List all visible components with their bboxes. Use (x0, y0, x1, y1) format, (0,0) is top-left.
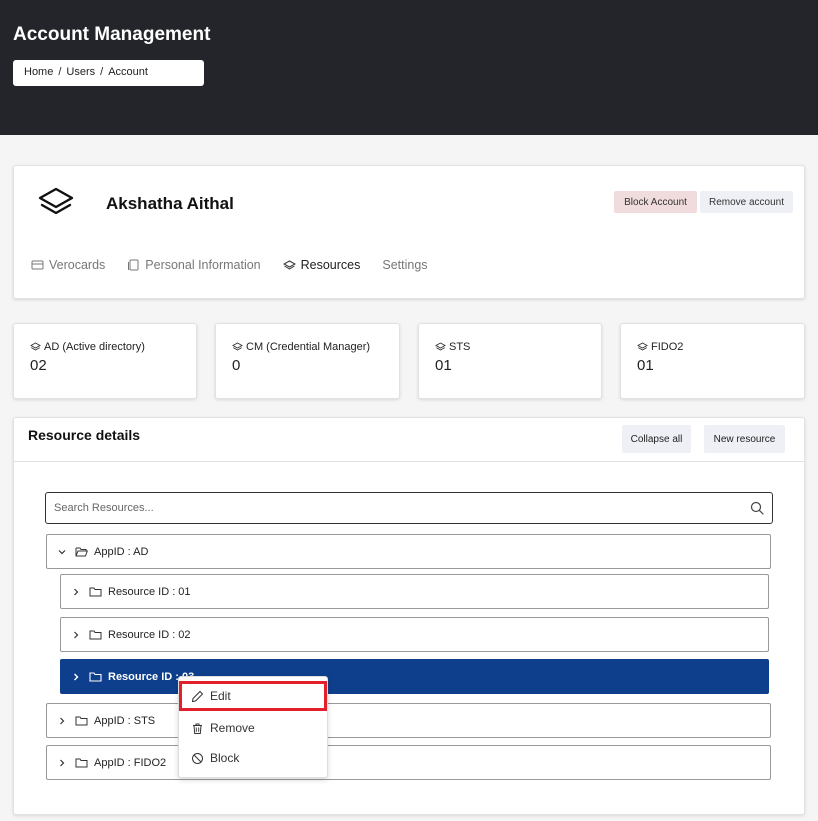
tab-label: Verocards (49, 258, 106, 272)
layers-icon (282, 260, 296, 270)
resource-details-header: Resource details Collapse all New resour… (14, 418, 804, 462)
tab-resources[interactable]: Resources (282, 258, 361, 272)
header-bar: Account Management Home / Users / Accoun… (0, 0, 818, 135)
tab-verocards[interactable]: Verocards (31, 258, 105, 272)
search-icon[interactable] (750, 501, 764, 515)
breadcrumb-separator: / (100, 66, 104, 78)
new-resource-button[interactable]: New resource (704, 425, 785, 453)
stat-value: 01 (637, 357, 654, 374)
stat-label: AD (Active directory) (44, 341, 145, 353)
folder-icon (75, 716, 88, 726)
profile-card: Akshatha Aithal Block Account Remove acc… (13, 165, 805, 299)
breadcrumb-home[interactable]: Home (24, 66, 53, 80)
stat-card-ad: AD (Active directory) 02 (13, 323, 197, 399)
stat-label: CM (Credential Manager) (246, 341, 371, 353)
block-account-button[interactable]: Block Account (614, 191, 697, 213)
stat-value: 02 (30, 357, 47, 374)
remove-account-button[interactable]: Remove account (700, 191, 793, 213)
search-input[interactable] (54, 494, 734, 522)
stat-label: FIDO2 (651, 341, 684, 353)
search-box (45, 492, 773, 524)
stat-card-sts: STS 01 (418, 323, 602, 399)
collapse-all-button[interactable]: Collapse all (622, 425, 691, 453)
chevron-right-icon[interactable] (57, 716, 67, 726)
stat-value: 01 (435, 357, 452, 374)
breadcrumb-account: Account (108, 66, 148, 78)
pencil-icon (191, 690, 204, 702)
breadcrumb-users[interactable]: Users (66, 66, 95, 80)
trash-icon (193, 723, 202, 734)
chevron-right-icon[interactable] (71, 630, 81, 640)
stat-value: 0 (232, 357, 241, 374)
tree-node-label: AppID : FIDO2 (94, 756, 167, 769)
tree-node-resource-03[interactable]: Resource ID : 03 (60, 659, 769, 694)
folder-icon (89, 672, 102, 682)
tree-node-resource-02[interactable]: Resource ID : 02 (60, 617, 769, 652)
folder-icon (89, 630, 102, 640)
tree-node-label: Resource ID : 01 (108, 585, 191, 598)
layers-icon (232, 342, 243, 351)
block-icon (192, 752, 203, 764)
layers-icon (435, 342, 446, 351)
menu-item-label: Block (210, 751, 240, 765)
profile-name: Akshatha Aithal (106, 194, 234, 213)
tree-node-label: Resource ID : 02 (108, 628, 191, 641)
menu-item-remove[interactable]: Remove (179, 713, 327, 743)
context-menu: Edit Remove Block (178, 676, 328, 778)
tab-settings[interactable]: Settings (382, 258, 427, 272)
folder-icon (75, 758, 88, 768)
chevron-right-icon[interactable] (57, 758, 67, 768)
chevron-right-icon[interactable] (71, 672, 81, 682)
stat-label: STS (449, 341, 471, 353)
tree-node-appid-sts[interactable]: AppID : STS (46, 703, 771, 738)
stat-card-cm: CM (Credential Manager) 0 (215, 323, 400, 399)
folder-open-icon (75, 547, 88, 557)
menu-item-block[interactable]: Block (179, 743, 327, 773)
folder-icon (89, 587, 102, 597)
card-icon (31, 260, 44, 270)
chevron-down-icon[interactable] (57, 547, 67, 557)
layers-icon (38, 187, 74, 215)
layers-icon (637, 342, 648, 351)
document-icon (128, 259, 139, 271)
chevron-right-icon[interactable] (71, 587, 81, 597)
tree-node-appid-fido2[interactable]: AppID : FIDO2 (46, 745, 771, 780)
breadcrumb: Home / Users / Account (13, 60, 204, 86)
resource-details-title: Resource details (28, 427, 141, 443)
tab-personal-information[interactable]: Personal Information (127, 258, 261, 272)
tree-node-label: AppID : AD (94, 545, 149, 558)
breadcrumb-separator: / (58, 66, 62, 78)
tree-node-resource-01[interactable]: Resource ID : 01 (60, 574, 769, 609)
page-title: Account Management (13, 24, 211, 45)
layers-icon (30, 342, 41, 351)
tab-label: Resources (300, 258, 361, 272)
tree-node-appid-ad[interactable]: AppID : AD (46, 534, 771, 569)
profile-tabs: Verocards Personal Information Resources… (31, 258, 428, 272)
stat-card-fido2: FIDO2 01 (620, 323, 805, 399)
tree-node-label: AppID : STS (94, 714, 156, 727)
tab-label: Personal Information (145, 258, 261, 272)
menu-item-edit[interactable]: Edit (179, 681, 327, 711)
menu-item-label: Edit (210, 689, 231, 703)
tab-label: Settings (382, 258, 428, 272)
menu-item-label: Remove (210, 721, 255, 735)
